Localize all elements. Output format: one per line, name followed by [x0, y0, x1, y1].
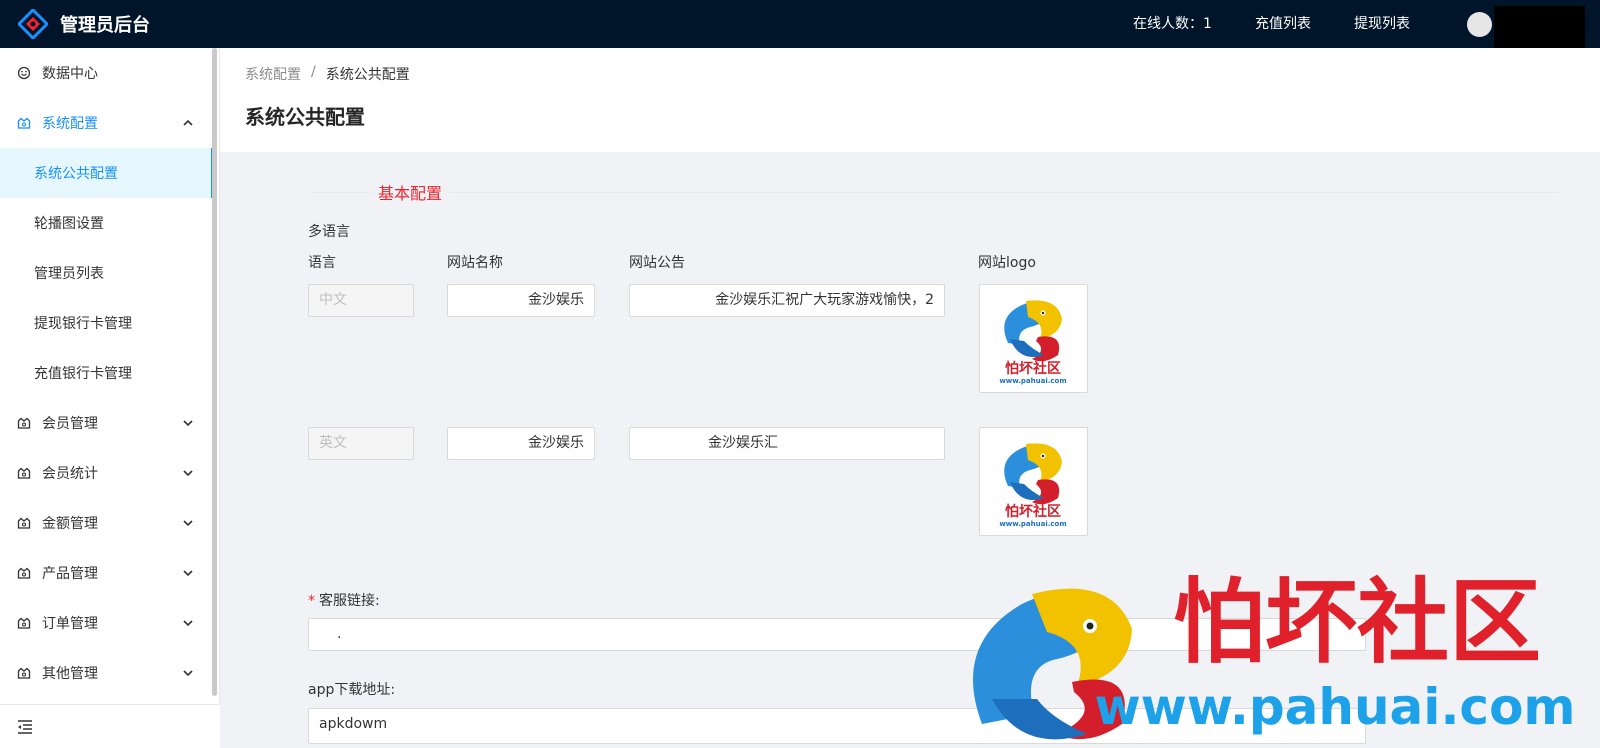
sidebar-subitem-public-config[interactable]: 系统公共配置 — [0, 148, 214, 198]
chevron-down-icon — [183, 420, 193, 427]
watermark-text: 怕坏社区 — [1173, 574, 1541, 676]
crown-icon — [17, 617, 31, 629]
sidebar-subitem-label: 轮播图设置 — [34, 216, 104, 232]
logo-text: 怕坏社区 — [1005, 503, 1061, 520]
crown-icon — [17, 517, 31, 529]
service-link-label: * 客服链接: — [308, 590, 380, 610]
watermark-url: www.pahuai.com — [1094, 678, 1575, 736]
chevron-down-icon — [183, 520, 193, 527]
chevron-up-icon — [183, 119, 193, 126]
crown-icon — [17, 567, 31, 579]
site-name-input-zh[interactable]: 金沙娱乐 — [447, 284, 595, 317]
sidebar-collapse-toggle[interactable] — [0, 704, 220, 748]
chevron-down-icon — [183, 470, 193, 477]
site-logo-image: 怕坏社区 www.pahuai.com — [999, 300, 1067, 385]
chevron-down-icon — [183, 670, 193, 677]
sidebar-item-label: 数据中心 — [42, 66, 98, 82]
sidebar-item-order-manage[interactable]: 订单管理 — [0, 598, 212, 648]
sidebar-item-label: 会员管理 — [42, 416, 98, 432]
sidebar-item-amount-manage[interactable]: 金额管理 — [0, 498, 212, 548]
logo-url-text: www.pahuai.com — [999, 377, 1066, 385]
top-header: 管理员后台 在线人数：1 充值列表 提现列表 — [0, 0, 1600, 48]
column-announcement: 网站公告 — [629, 255, 685, 271]
sidebar-item-label: 产品管理 — [42, 566, 98, 582]
logo-icon — [18, 9, 48, 39]
withdraw-list-link[interactable]: 提现列表 — [1354, 0, 1410, 48]
username-redacted[interactable] — [1494, 6, 1585, 48]
breadcrumb-parent[interactable]: 系统配置 — [245, 64, 301, 84]
sidebar-item-label: 订单管理 — [42, 616, 98, 632]
sidebar-item-system-config[interactable]: 系统配置 — [0, 98, 212, 148]
column-logo: 网站logo — [978, 255, 1036, 271]
section-title: 基本配置 — [370, 180, 451, 204]
language-field-zh: 中文 — [308, 284, 414, 317]
sidebar-item-label: 其他管理 — [42, 666, 98, 682]
sidebar-item-product-manage[interactable]: 产品管理 — [0, 548, 212, 598]
sidebar: 数据中心 系统配置 系统公共配置 轮播图设置 管理员列表 提现银行卡管理 充值银… — [0, 48, 220, 748]
dashboard-icon — [17, 66, 31, 80]
sidebar-item-member-stats[interactable]: 会员统计 — [0, 448, 212, 498]
section-divider — [309, 192, 1559, 193]
sidebar-subitem-label: 管理员列表 — [34, 266, 104, 282]
chevron-down-icon — [183, 570, 193, 577]
sidebar-subitem-admin-list[interactable]: 管理员列表 — [0, 248, 214, 298]
site-name-input-en[interactable]: 金沙娱乐 — [447, 427, 595, 460]
sidebar-subitem-recharge-card[interactable]: 充值银行卡管理 — [0, 348, 214, 398]
crown-icon — [17, 667, 31, 679]
multilang-label: 多语言 — [308, 224, 350, 240]
sidebar-item-label: 系统配置 — [42, 116, 98, 132]
online-count: 在线人数：1 — [1133, 16, 1212, 32]
column-site-name: 网站名称 — [447, 255, 503, 271]
breadcrumb: 系统配置 / 系统公共配置 — [245, 64, 410, 84]
page-title: 系统公共配置 — [245, 105, 365, 129]
breadcrumb-current: 系统公共配置 — [325, 67, 410, 83]
sidebar-scrollbar[interactable] — [212, 48, 217, 696]
logo-url-text: www.pahuai.com — [999, 520, 1066, 528]
chevron-down-icon — [183, 620, 193, 627]
announcement-input-en[interactable]: 金沙娱乐汇 — [629, 427, 945, 460]
gear-icon — [17, 117, 31, 129]
brand[interactable]: 管理员后台 — [18, 9, 150, 39]
language-field-en: 英文 — [308, 427, 414, 460]
recharge-list-link[interactable]: 充值列表 — [1255, 0, 1311, 48]
sidebar-item-other-manage[interactable]: 其他管理 — [0, 648, 212, 698]
sidebar-item-label: 会员统计 — [42, 466, 98, 482]
announcement-input-zh[interactable]: 金沙娱乐汇祝广大玩家游戏愉快，2 — [629, 284, 945, 317]
sidebar-item-member-manage[interactable]: 会员管理 — [0, 398, 212, 448]
page-header: 系统配置 / 系统公共配置 系统公共配置 — [220, 48, 1600, 152]
menu-fold-icon — [18, 720, 32, 734]
breadcrumb-separator: / — [311, 64, 316, 80]
avatar[interactable] — [1467, 12, 1492, 37]
app-title: 管理员后台 — [60, 15, 150, 36]
logo-text: 怕坏社区 — [1005, 360, 1061, 377]
sidebar-subitem-label: 提现银行卡管理 — [34, 316, 132, 332]
sidebar-subitem-label: 系统公共配置 — [34, 166, 118, 182]
service-link-label-text: 客服链接: — [319, 593, 380, 609]
logo-upload-zh[interactable]: 怕坏社区 www.pahuai.com — [979, 284, 1088, 393]
sidebar-subitem-carousel[interactable]: 轮播图设置 — [0, 198, 214, 248]
site-logo-image: 怕坏社区 www.pahuai.com — [999, 443, 1067, 528]
sidebar-subitem-label: 充值银行卡管理 — [34, 366, 132, 382]
column-language: 语言 — [308, 255, 336, 271]
crown-icon — [17, 417, 31, 429]
sidebar-item-data-center[interactable]: 数据中心 — [0, 48, 212, 98]
logo-upload-en[interactable]: 怕坏社区 www.pahuai.com — [979, 427, 1088, 536]
app-download-label: app下载地址: — [308, 682, 396, 698]
watermark: 怕坏社区 www.pahuai.com — [973, 574, 1576, 740]
required-mark: * — [308, 593, 315, 609]
crown-icon — [17, 467, 31, 479]
sidebar-item-label: 金额管理 — [42, 516, 98, 532]
sidebar-subitem-withdraw-card[interactable]: 提现银行卡管理 — [0, 298, 214, 348]
